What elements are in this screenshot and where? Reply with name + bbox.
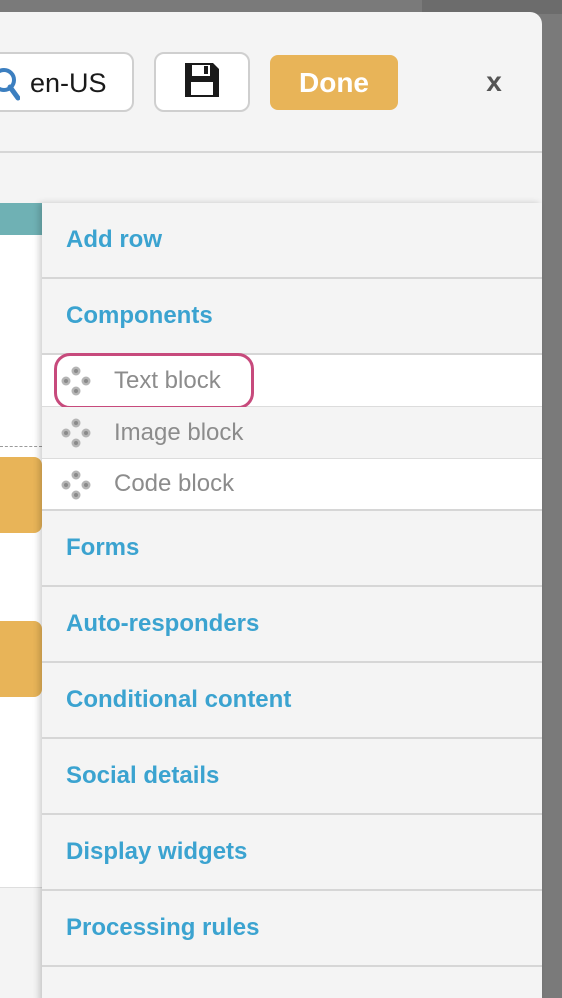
menu-section-add-row[interactable]: Add row bbox=[42, 203, 542, 279]
components-menu: Add row Components Text block Image bloc… bbox=[42, 203, 542, 998]
canvas-button-preview bbox=[0, 621, 42, 697]
menu-section-social-details[interactable]: Social details bbox=[42, 739, 542, 815]
component-label: Text block bbox=[114, 366, 221, 394]
drag-move-icon[interactable] bbox=[60, 417, 92, 449]
drop-zone-divider bbox=[0, 446, 42, 447]
done-button[interactable]: Done bbox=[270, 55, 398, 110]
drag-move-icon[interactable] bbox=[60, 469, 92, 501]
canvas-footer-preview bbox=[0, 887, 42, 998]
language-button[interactable]: en-US bbox=[0, 52, 134, 112]
page-canvas-preview bbox=[0, 203, 42, 998]
language-label: en-US bbox=[30, 68, 107, 98]
menu-section-components[interactable]: Components bbox=[42, 279, 542, 355]
save-button[interactable] bbox=[154, 52, 250, 112]
floppy-disk-icon bbox=[183, 61, 221, 104]
close-button[interactable]: x bbox=[480, 66, 508, 98]
canvas-header-strip bbox=[0, 203, 42, 235]
menu-section-display-widgets[interactable]: Display widgets bbox=[42, 815, 542, 891]
menu-section-auto-responders[interactable]: Auto-responders bbox=[42, 587, 542, 663]
menu-section-processing-rules[interactable]: Processing rules bbox=[42, 891, 542, 967]
component-code-block[interactable]: Code block bbox=[42, 459, 542, 511]
component-label: Image block bbox=[114, 418, 244, 446]
search-icon bbox=[0, 66, 20, 102]
canvas-button-preview bbox=[0, 457, 42, 533]
toolbar: en-US Done x bbox=[0, 12, 542, 153]
component-label: Code block bbox=[114, 470, 235, 497]
menu-section-conditional-content[interactable]: Conditional content bbox=[42, 663, 542, 739]
component-image-block[interactable]: Image block bbox=[42, 407, 542, 459]
menu-section-forms[interactable]: Forms bbox=[42, 511, 542, 587]
component-text-block[interactable]: Text block bbox=[42, 353, 542, 409]
drag-move-icon[interactable] bbox=[60, 365, 92, 397]
